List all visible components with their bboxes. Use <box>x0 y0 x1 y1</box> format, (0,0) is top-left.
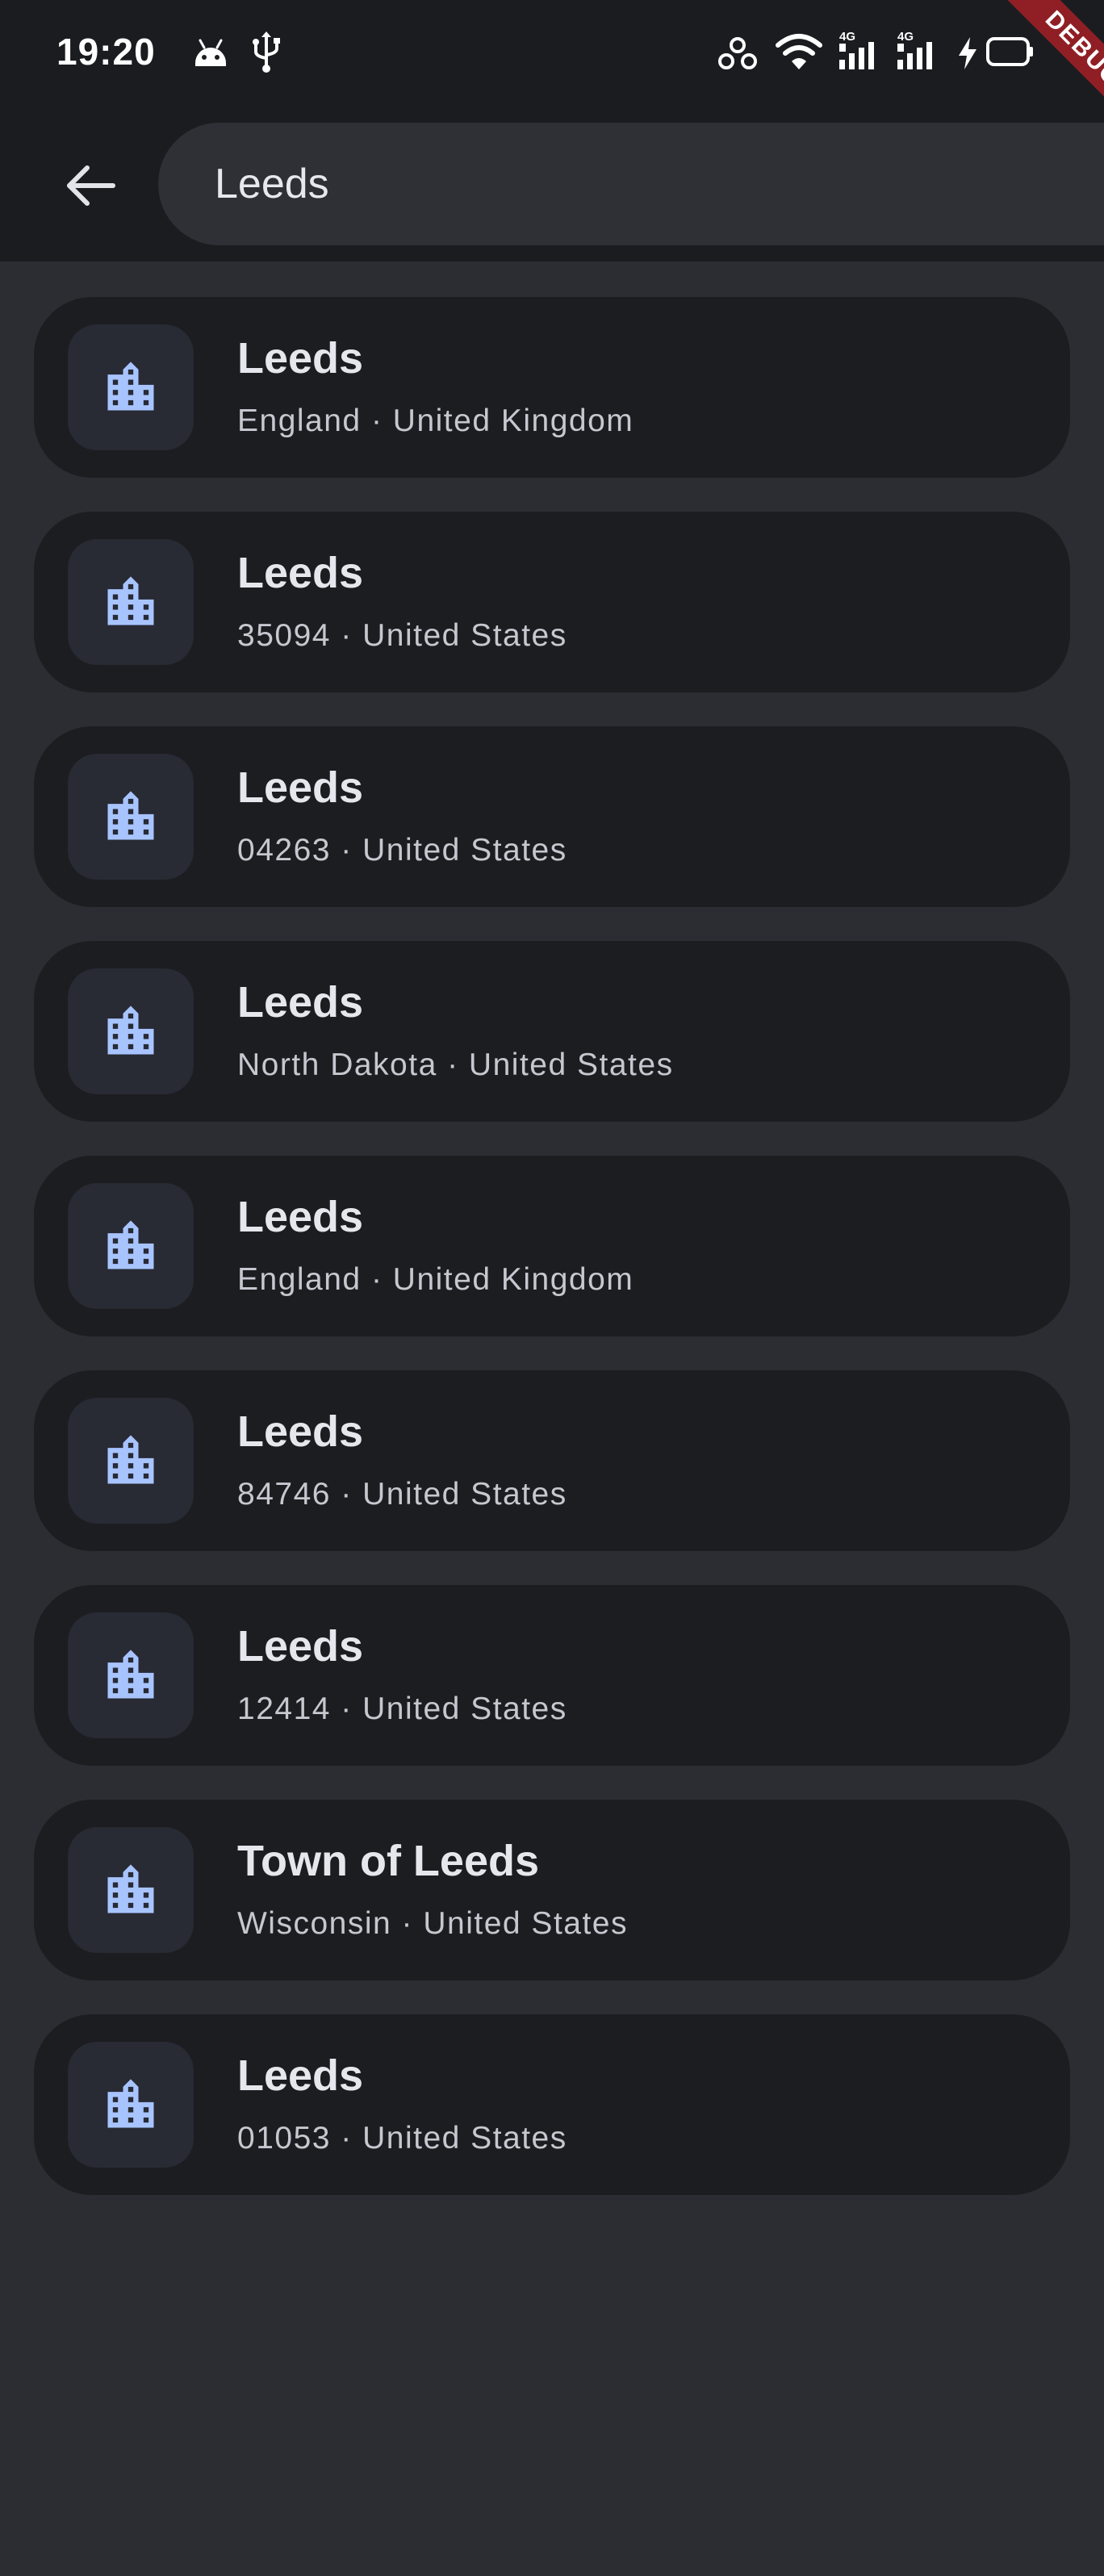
result-subtitle: 04263 · United States <box>237 833 567 868</box>
result-title: Leeds <box>237 1622 364 1671</box>
result-subtitle: North Dakota · United States <box>237 1048 674 1082</box>
result-subtitle: 01053 · United States <box>237 2121 567 2156</box>
result-title: Leeds <box>237 763 364 812</box>
result-subtitle: 84746 · United States <box>237 1477 567 1512</box>
result-item[interactable]: Leeds England · United Kingdom <box>34 297 1070 478</box>
status-time: 19:20 <box>56 31 156 73</box>
city-icon <box>107 1864 154 1913</box>
app-bar: 19:20 4G 4G DEBUG Leeds <box>0 0 1104 261</box>
search-bar[interactable] <box>158 123 1104 245</box>
result-item[interactable]: Leeds 84746 · United States <box>34 1370 1070 1551</box>
result-icon-tile <box>68 324 194 450</box>
result-title: Leeds <box>237 1193 364 1241</box>
result-title: Town of Leeds <box>237 1837 539 1885</box>
city-icon <box>107 1650 154 1699</box>
battery-icon <box>986 37 1033 66</box>
result-title: Leeds <box>237 2051 364 2100</box>
results-list: Leeds England · United Kingdom Leeds 350… <box>34 297 1070 2229</box>
android-icon <box>195 39 226 66</box>
result-title: Leeds <box>237 549 364 597</box>
result-subtitle: Wisconsin · United States <box>237 1906 629 1941</box>
result-icon-tile <box>68 1612 194 1738</box>
result-subtitle: 35094 · United States <box>237 618 567 653</box>
city-icon <box>107 576 154 625</box>
city-icon <box>107 1220 154 1269</box>
wifi-icon <box>776 34 822 69</box>
result-item[interactable]: Leeds 12414 · United States <box>34 1585 1070 1766</box>
result-title: Leeds <box>237 1407 364 1456</box>
result-item[interactable]: Leeds England · United Kingdom <box>34 1156 1070 1336</box>
result-item[interactable]: Leeds 35094 · United States <box>34 512 1070 692</box>
result-subtitle: England · United Kingdom <box>237 1262 634 1297</box>
city-icon <box>107 1006 154 1055</box>
signal-icon <box>897 42 932 69</box>
usb-icon <box>253 31 280 73</box>
result-subtitle: England · United Kingdom <box>237 404 634 438</box>
arrow-left-icon <box>67 165 115 206</box>
result-title: Leeds <box>237 334 364 383</box>
back-button[interactable] <box>52 147 129 224</box>
city-icon <box>107 1435 154 1484</box>
result-icon-tile <box>68 1183 194 1309</box>
result-item[interactable]: Leeds 04263 · United States <box>34 726 1070 907</box>
result-icon-tile <box>68 754 194 880</box>
city-icon <box>107 791 154 840</box>
status-bar: 19:20 4G 4G DEBUG <box>0 0 1104 148</box>
signal-icon <box>839 42 874 69</box>
search-input[interactable] <box>215 123 1022 245</box>
result-item[interactable]: Leeds 01053 · United States <box>34 2014 1070 2195</box>
result-icon-tile <box>68 968 194 1094</box>
result-icon-tile <box>68 1827 194 1953</box>
result-icon-tile <box>68 1398 194 1524</box>
result-title: Leeds <box>237 978 364 1027</box>
result-item[interactable]: Town of Leeds Wisconsin · United States <box>34 1800 1070 1980</box>
city-icon <box>107 2079 154 2128</box>
result-subtitle: 12414 · United States <box>237 1692 567 1726</box>
result-icon-tile <box>68 2042 194 2168</box>
result-icon-tile <box>68 539 194 665</box>
hotspot-icon <box>718 37 757 69</box>
charging-icon <box>959 37 976 69</box>
city-icon <box>107 362 154 411</box>
result-item[interactable]: Leeds North Dakota · United States <box>34 941 1070 1122</box>
